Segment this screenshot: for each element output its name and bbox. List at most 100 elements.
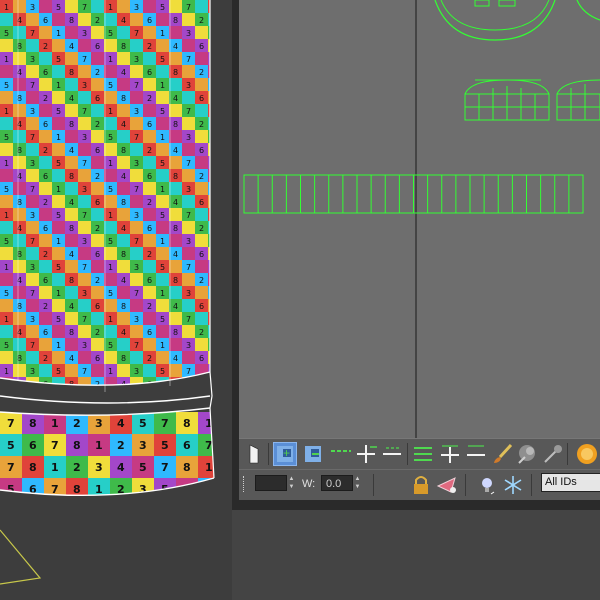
checker-digit: 5 (160, 315, 165, 324)
checker-digit: 2 (95, 224, 100, 233)
checker-digit: 6 (147, 172, 152, 181)
checker-digit: 7 (82, 3, 87, 12)
grow-loop-icon[interactable] (329, 442, 353, 466)
checker-cell (26, 299, 39, 312)
checker-digit: 6 (147, 328, 152, 337)
checker-cell (0, 221, 13, 234)
shrink-ring-plus-icon[interactable] (437, 442, 463, 466)
checker-cell (26, 117, 39, 130)
checker-cell (104, 13, 117, 26)
checker-digit: 3 (30, 107, 35, 116)
move-plus-icon[interactable]: + (273, 442, 297, 466)
checker-cell (182, 221, 195, 234)
checker-digit: 4 (121, 68, 126, 77)
checker-digit: 1 (4, 211, 9, 220)
soft-select-icon[interactable] (515, 442, 539, 466)
checker-cell (91, 78, 104, 91)
checker-cell (117, 182, 130, 195)
checker-cell (130, 390, 143, 403)
base-checker-digit: 1 (51, 417, 59, 430)
checker-digit: 5 (160, 107, 165, 116)
checker-digit: 6 (147, 16, 152, 25)
paint-brush-icon[interactable] (491, 442, 515, 466)
checker-digit: 7 (82, 367, 87, 376)
checker-cell (195, 234, 208, 247)
checker-cell (195, 78, 208, 91)
checker-digit: 6 (43, 120, 48, 129)
checker-cell (65, 286, 78, 299)
checker-digit: 5 (212, 133, 217, 142)
w-spinner-arrows[interactable]: ▲ ▼ (353, 475, 362, 491)
lightbulb-icon[interactable] (475, 473, 499, 497)
checker-cell (13, 312, 26, 325)
checker-digit: 6 (43, 380, 48, 389)
base-checker-digit: 8 (29, 461, 37, 474)
move-minus-icon[interactable] (301, 442, 325, 466)
checker-digit: 8 (121, 42, 126, 51)
checker-cell (65, 182, 78, 195)
checker-digit: 8 (121, 94, 126, 103)
checker-digit: 1 (4, 367, 9, 376)
checker-digit: 5 (212, 29, 217, 38)
checker-digit: 3 (82, 393, 87, 402)
checker-digit: 3 (186, 185, 191, 194)
shrink-loop-icon[interactable] (379, 442, 405, 466)
checker-cell (78, 91, 91, 104)
checker-cell (195, 0, 208, 13)
checker-digit: 5 (56, 367, 61, 376)
checker-digit: 5 (4, 133, 9, 142)
checker-digit: 7 (82, 315, 87, 324)
checker-digit: 6 (95, 146, 100, 155)
checker-cell (26, 169, 39, 182)
grow-selection-plus-icon[interactable] (353, 442, 379, 466)
hide-icon[interactable] (541, 442, 565, 466)
checker-digit: 5 (212, 81, 217, 90)
checker-cell (78, 143, 91, 156)
checker-cell (65, 156, 78, 169)
isolate-select-icon[interactable] (435, 473, 459, 497)
checker-cell (143, 260, 156, 273)
checker-digit: 2 (199, 328, 204, 337)
checker-cell (26, 13, 39, 26)
checker-cell (91, 234, 104, 247)
checker-cell (39, 130, 52, 143)
u-value-field[interactable] (255, 475, 287, 491)
checker-cell (195, 338, 208, 351)
checker-cell (78, 351, 91, 364)
base-checker-digit: 5 (7, 483, 15, 496)
checker-cell (26, 91, 39, 104)
uv-wireframe (243, 0, 600, 438)
w-value-field[interactable]: 0.0 (321, 475, 353, 491)
checker-digit: 3 (82, 29, 87, 38)
lock-icon[interactable] (409, 473, 433, 497)
shrink-ring-icon[interactable] (463, 442, 489, 466)
checker-cell (143, 156, 156, 169)
render-icon[interactable] (573, 442, 597, 466)
grow-ring-icon[interactable] (411, 442, 435, 466)
checker-digit: 7 (30, 289, 35, 298)
drag-handle[interactable] (243, 476, 248, 492)
checker-digit: 1 (160, 185, 165, 194)
perspective-viewport[interactable]: 1357135714682468257135713582468246135713… (0, 0, 232, 600)
checker-cell (169, 156, 182, 169)
checker-cell (104, 195, 117, 208)
cursor-icon[interactable] (242, 442, 266, 466)
material-id-select[interactable]: All IDs (541, 473, 600, 492)
checker-digit: 6 (199, 198, 204, 207)
checker-cell (156, 221, 169, 234)
checker-cell (156, 377, 169, 386)
checker-digit: 7 (186, 211, 191, 220)
checker-digit: 1 (160, 29, 165, 38)
checker-cell (104, 351, 117, 364)
checker-cell (0, 299, 13, 312)
checker-digit: 7 (134, 133, 139, 142)
checker-digit: 5 (108, 185, 113, 194)
u-spinner-arrows[interactable]: ▲ ▼ (287, 475, 296, 491)
checker-cell (104, 39, 117, 52)
checker-digit: 6 (95, 42, 100, 51)
uv-canvas[interactable] (239, 0, 600, 438)
checker-cell (78, 65, 91, 78)
checker-digit: 4 (121, 224, 126, 233)
freeze-icon[interactable] (501, 473, 525, 497)
checker-digit: 8 (69, 68, 74, 77)
